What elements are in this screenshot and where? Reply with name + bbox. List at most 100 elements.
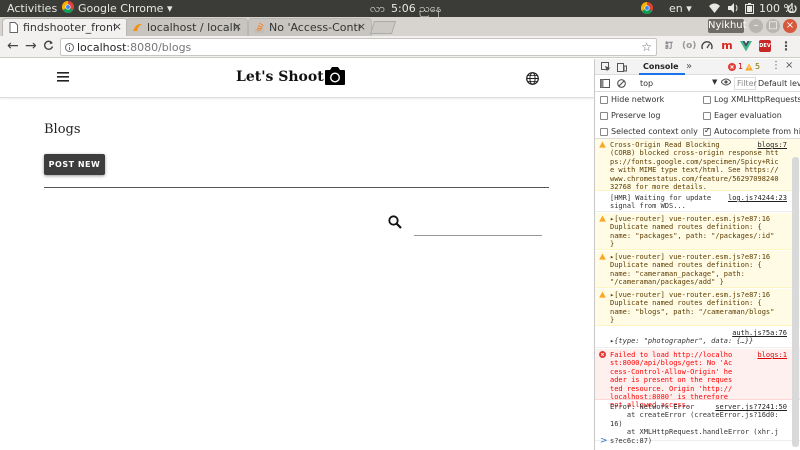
- inspect-element-icon[interactable]: [601, 62, 611, 72]
- console-message[interactable]: Error: Network Error at createError (cre…: [595, 401, 800, 445]
- message-source[interactable]: blogs:7: [757, 141, 787, 149]
- option-label: Log XMLHttpRequests: [714, 95, 800, 104]
- m-extension-icon[interactable]: m: [721, 40, 733, 52]
- filter-input[interactable]: Filter: [734, 77, 757, 90]
- back-button[interactable]: ←: [7, 39, 19, 53]
- browser-toolbar: ← → localhost:8080/blogs ☆ 訂 (o) m DEV ⋮: [0, 36, 800, 58]
- close-tab-icon[interactable]: ×: [357, 20, 366, 33]
- tab-title: findshooter_fronte: [23, 21, 115, 34]
- app-menu[interactable]: Google Chrome ▾: [78, 2, 172, 15]
- close-tab-icon[interactable]: ×: [233, 20, 242, 33]
- console-message[interactable]: ▸[vue-router] vue-router.esm.js?e87:16 D…: [595, 289, 800, 326]
- option-label: Preserve log: [611, 111, 661, 120]
- more-tabs-button[interactable]: »: [686, 61, 692, 72]
- message-source[interactable]: log.js?4244:23: [728, 194, 787, 202]
- option-label: Hide network: [611, 95, 665, 104]
- language-indicator-my[interactable]: လာ: [370, 2, 385, 18]
- search-input[interactable]: [414, 235, 542, 236]
- devtools-menu-icon[interactable]: ⋮: [771, 60, 781, 71]
- warning-icon: [599, 215, 606, 222]
- autocomplete-history-checkbox[interactable]: [703, 126, 711, 136]
- warning-icon[interactable]: [745, 63, 753, 71]
- new-tab-button[interactable]: [369, 21, 397, 34]
- console-message[interactable]: ▸[vue-router] vue-router.esm.js?e87:16 D…: [595, 251, 800, 288]
- option-label: Autocomplete from histo: [714, 127, 800, 136]
- profile-button[interactable]: Nyikhut: [708, 19, 747, 33]
- forward-button[interactable]: →: [25, 39, 37, 53]
- error-icon[interactable]: [728, 63, 736, 71]
- language-indicator-en[interactable]: en ▾: [669, 2, 692, 15]
- activities-button[interactable]: Activities: [7, 2, 57, 15]
- close-devtools-icon[interactable]: ×: [785, 60, 793, 71]
- tab-strip: findshooter_fronte × localhost / localho…: [0, 17, 800, 36]
- option-label: Eager evaluation: [714, 111, 782, 120]
- console-message[interactable]: Cross-Origin Read Blocking (CORB) blocke…: [595, 139, 800, 191]
- message-source[interactable]: blogs:1: [757, 351, 787, 359]
- hide-network-checkbox[interactable]: [600, 96, 608, 104]
- console-message[interactable]: [HMR] Waiting for update signal from WDS…: [595, 192, 800, 212]
- tab-console[interactable]: Console: [643, 62, 679, 71]
- devtools-panel: Console » 1 5 ⋮ × top ▼ Filter Default l…: [594, 59, 800, 450]
- tab-title: No 'Access-Control: [269, 21, 361, 34]
- reload-button[interactable]: [43, 40, 54, 51]
- wifi-icon[interactable]: [709, 3, 720, 13]
- message-source[interactable]: server.js?7241:50: [715, 403, 787, 411]
- divider: [44, 187, 549, 188]
- error-count: 1: [738, 62, 744, 71]
- post-new-button[interactable]: POST NEW: [44, 154, 105, 175]
- phpmyadmin-icon: [132, 22, 143, 33]
- clock[interactable]: 5:06 ညနေ: [391, 2, 442, 18]
- minimize-button[interactable]: –: [749, 19, 763, 33]
- search-icon[interactable]: [388, 215, 402, 229]
- tab-findshooter[interactable]: findshooter_fronte ×: [2, 18, 128, 36]
- console-prompt[interactable]: >: [600, 436, 608, 446]
- dropdown-arrow-icon: ▾: [166, 2, 173, 15]
- clear-console-icon[interactable]: [617, 79, 626, 88]
- console-message[interactable]: Failed to load http://localhost:8000/api…: [595, 349, 800, 409]
- message-source[interactable]: auth.js?5a:76: [732, 329, 787, 337]
- speedometer-extension-icon[interactable]: [701, 40, 713, 52]
- maximize-button[interactable]: □: [766, 19, 780, 33]
- eye-icon[interactable]: [721, 78, 731, 86]
- selected-context-checkbox[interactable]: [600, 128, 608, 136]
- volume-icon[interactable]: [728, 3, 740, 13]
- address-bar[interactable]: localhost:8080/blogs ☆: [60, 38, 657, 56]
- language-label: en: [669, 2, 683, 15]
- log-level-select[interactable]: Default leve: [758, 79, 800, 88]
- preserve-log-checkbox[interactable]: [600, 112, 608, 120]
- close-window-button[interactable]: ×: [783, 19, 797, 33]
- device-toolbar-icon[interactable]: [617, 62, 627, 72]
- context-selector[interactable]: top ▼: [634, 77, 721, 90]
- message-text: ▸[vue-router] vue-router.esm.js?e87:16 D…: [610, 215, 775, 249]
- site-title[interactable]: Let's Shoot: [236, 69, 324, 85]
- power-icon[interactable]: [787, 3, 797, 13]
- sidebar-toggle-icon[interactable]: [600, 79, 610, 88]
- translate-extension-icon[interactable]: 訂: [663, 40, 675, 52]
- error-icon: [599, 351, 606, 358]
- message-text: Cross-Origin Read Blocking (CORB) blocke…: [610, 141, 779, 192]
- app-name: Google Chrome: [78, 2, 164, 15]
- menu-icon[interactable]: ⋮: [780, 40, 792, 52]
- chrome-tray-icon[interactable]: [641, 2, 653, 14]
- vue-devtools-icon[interactable]: [740, 40, 752, 52]
- dev-extension-icon[interactable]: DEV: [759, 40, 771, 52]
- hamburger-menu-icon[interactable]: [57, 72, 69, 82]
- dropdown-arrow-icon: ▾: [686, 2, 692, 15]
- battery-icon[interactable]: [745, 3, 754, 14]
- devtools-tabbar: Console » 1 5 ⋮ ×: [595, 59, 800, 75]
- console-message[interactable]: ▸{type: "photographer", data: {…}} auth.…: [595, 327, 800, 348]
- warning-count: 5: [755, 62, 761, 71]
- log-xmlhttprequests-checkbox[interactable]: [703, 96, 711, 104]
- option-label: Selected context only: [611, 127, 698, 136]
- console-message[interactable]: ▸[vue-router] vue-router.esm.js?e87:16 D…: [595, 213, 800, 250]
- console-scrollbar[interactable]: [792, 157, 799, 447]
- globe-icon[interactable]: [526, 72, 539, 85]
- tab-phpmyadmin[interactable]: localhost / localho ×: [126, 18, 248, 36]
- info-icon[interactable]: [65, 43, 74, 52]
- context-value: top: [640, 79, 654, 88]
- eager-evaluation-checkbox[interactable]: [703, 112, 711, 120]
- tab-stackoverflow[interactable]: No 'Access-Control ×: [248, 18, 372, 36]
- close-tab-icon[interactable]: ×: [113, 20, 122, 33]
- bookmark-star-icon[interactable]: ☆: [641, 40, 652, 54]
- code-extension-icon[interactable]: (o): [682, 40, 696, 52]
